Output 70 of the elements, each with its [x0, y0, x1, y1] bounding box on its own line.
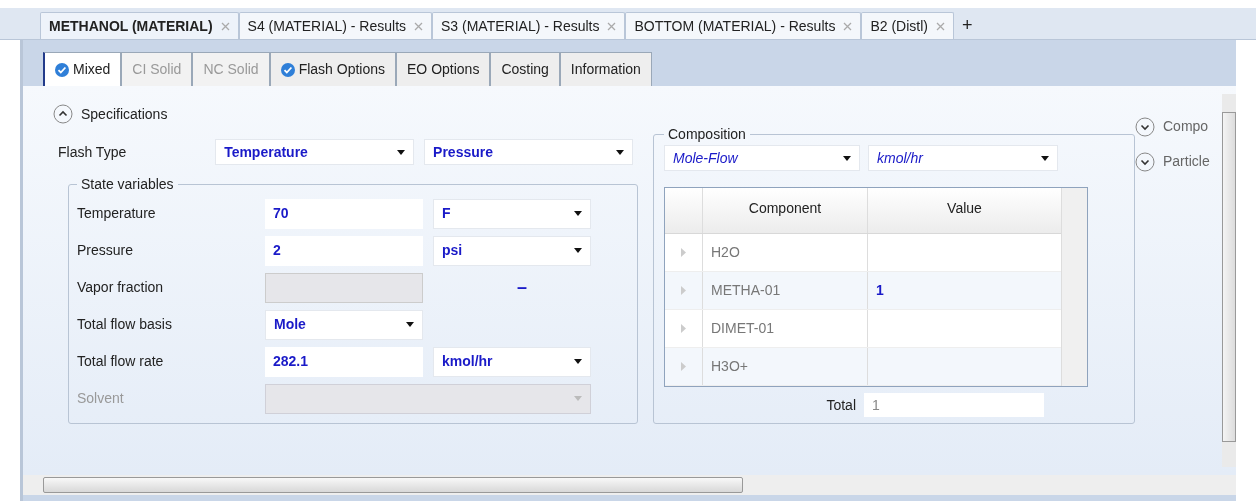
- document-tab[interactable]: BOTTOM (MATERIAL) - Results: [625, 12, 862, 39]
- field-label: Temperature: [77, 204, 157, 223]
- document-tab[interactable]: B2 (Distl): [861, 12, 954, 39]
- row-pointer-icon: [681, 324, 686, 333]
- form-tab[interactable]: EO Options: [396, 52, 491, 86]
- field-label: Vapor fraction: [77, 278, 165, 297]
- close-icon[interactable]: [414, 21, 423, 31]
- group-title: Composition: [667, 125, 747, 144]
- table-cell-text: 1: [876, 281, 884, 300]
- dropdown-caret-icon: [574, 359, 582, 364]
- field-label: Total: [825, 395, 857, 415]
- form-tab[interactable]: Flash Options: [269, 52, 396, 86]
- row-pointer-icon: [681, 286, 686, 295]
- value-field[interactable]: 70: [265, 198, 423, 229]
- dropdown-caret-icon: [574, 248, 582, 253]
- table-cell-text: H3O+: [711, 357, 748, 376]
- column-header[interactable]: Value: [868, 188, 1061, 233]
- section-title: Specifications: [81, 104, 168, 124]
- check-icon: [55, 62, 69, 77]
- dropdown-caret-icon: [616, 149, 624, 155]
- dash-mark: –: [517, 276, 527, 299]
- row-pointer-icon: [681, 362, 686, 371]
- group-title: State variables: [80, 175, 175, 194]
- dropdown-caret-icon: [574, 211, 582, 216]
- value-field[interactable]: 282.1: [265, 346, 423, 377]
- form-tab[interactable]: Mixed: [43, 52, 122, 86]
- form-tab[interactable]: Costing: [490, 52, 560, 86]
- dropdown-caret-icon: [1041, 155, 1049, 161]
- basis-dropdown[interactable]: Mole-Flow: [664, 145, 860, 171]
- field-label: Flash Type: [58, 142, 128, 162]
- form-tab[interactable]: Information: [559, 52, 652, 86]
- value-field[interactable]: 2: [265, 235, 423, 266]
- dropdown-caret-icon: [574, 396, 582, 401]
- basis-dropdown[interactable]: Mole: [265, 309, 423, 340]
- table-cell-text: H2O: [711, 243, 740, 262]
- field-label: Total flow basis: [77, 315, 173, 334]
- close-icon[interactable]: [607, 21, 617, 31]
- dropdown-caret-icon: [843, 155, 851, 161]
- vertical-scrollbar[interactable]: [1221, 94, 1236, 467]
- vertical-scrollbar[interactable]: [1061, 188, 1087, 386]
- field-label: Solvent: [77, 389, 125, 408]
- close-icon[interactable]: [935, 21, 945, 31]
- table-cell-text: DIMET-01: [711, 319, 774, 338]
- close-icon[interactable]: [843, 21, 853, 31]
- field-label: Pressure: [77, 241, 135, 260]
- check-icon: [280, 62, 295, 77]
- document-tab[interactable]: S4 (MATERIAL) - Results: [238, 12, 432, 39]
- unit-dropdown[interactable]: psi: [433, 235, 591, 266]
- row-pointer-icon: [681, 248, 686, 257]
- total-field: 1: [864, 393, 1044, 417]
- dropdown-caret-icon: [397, 149, 406, 155]
- expand-icon[interactable]: [1135, 116, 1155, 137]
- field-label: Total flow rate: [77, 352, 165, 371]
- flash-spec-dropdown[interactable]: Temperature: [215, 139, 415, 165]
- document-tab[interactable]: S3 (MATERIAL) - Results: [432, 12, 626, 39]
- collapse-icon[interactable]: [53, 104, 73, 124]
- unit-dropdown[interactable]: kmol/hr: [433, 346, 591, 377]
- close-icon[interactable]: [220, 21, 230, 31]
- section-title: Compo: [1163, 117, 1209, 136]
- horizontal-scrollbar[interactable]: [23, 475, 1236, 495]
- section-title: Particle: [1163, 152, 1210, 171]
- unit-dropdown[interactable]: F: [433, 198, 591, 229]
- table-cell-text: METHA-01: [711, 281, 781, 300]
- flash-spec-dropdown[interactable]: Pressure: [424, 139, 633, 165]
- add-tab-button[interactable]: +: [953, 12, 981, 39]
- document-tab[interactable]: METHANOL (MATERIAL): [40, 12, 239, 39]
- dropdown-caret-icon: [406, 322, 414, 327]
- column-header[interactable]: Component: [703, 188, 868, 233]
- expand-icon[interactable]: [1135, 151, 1155, 172]
- units-dropdown[interactable]: kmol/hr: [868, 145, 1058, 171]
